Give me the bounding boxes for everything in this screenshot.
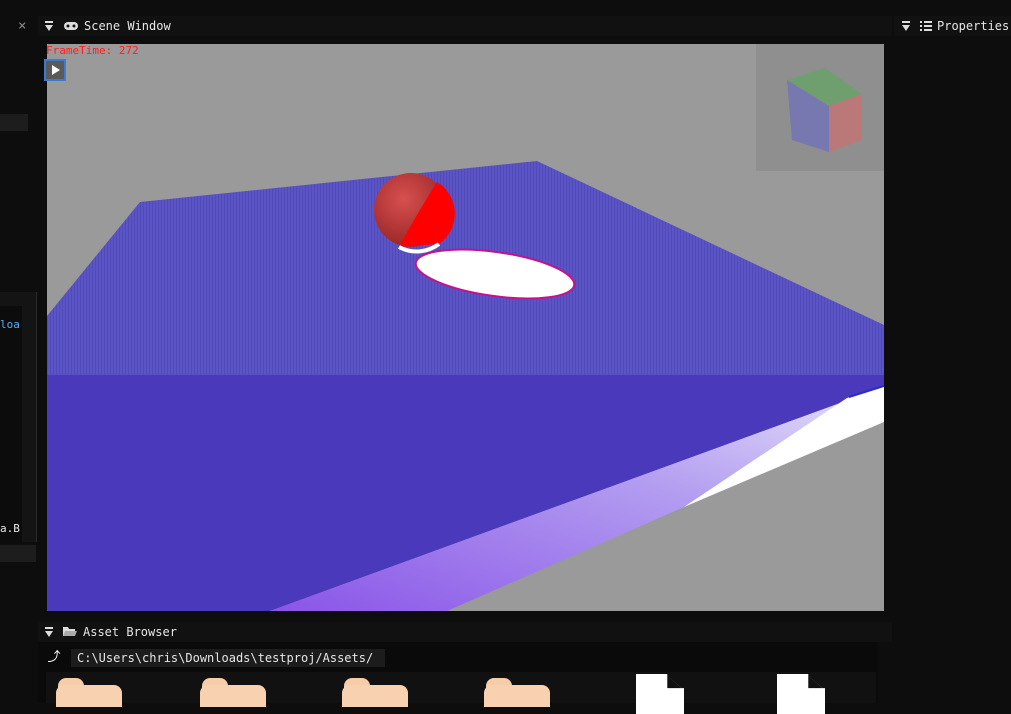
left-panel-item[interactable]: a.B [0,522,20,535]
collapse-triangle-icon[interactable] [902,25,910,31]
scene-window-title: Scene Window [84,19,171,33]
play-button[interactable] [44,59,66,81]
play-icon [52,65,60,75]
left-panel-bar [0,545,36,562]
file-item[interactable] [767,672,857,714]
folder-item[interactable] [474,672,564,707]
left-panel-list [0,306,22,542]
asset-browser-title: Asset Browser [83,625,177,639]
file-icon [636,674,684,714]
gamepad-icon [64,22,78,30]
folder-item[interactable] [332,672,422,707]
scene-viewport[interactable] [47,44,884,611]
asset-grid [46,672,876,714]
file-item[interactable] [626,672,716,714]
folder-open-icon [63,627,77,636]
collapse-bar-icon [45,627,53,629]
path-input[interactable] [71,649,385,667]
properties-title: Properties [937,19,1010,33]
up-directory-button[interactable]: ⤴ [46,649,62,667]
collapse-bar-icon [902,21,910,23]
folder-item[interactable] [190,672,280,707]
scene-render[interactable] [47,44,884,611]
collapse-triangle-icon[interactable] [45,25,53,31]
frametime-label: FrameTime: 272 [46,44,139,57]
collapse-bar-icon [45,21,53,23]
collapse-triangle-icon[interactable] [45,631,53,637]
left-panel-item[interactable]: loa [0,318,20,331]
folder-item[interactable] [46,672,136,707]
close-icon[interactable]: × [18,18,32,34]
file-icon [777,674,825,714]
left-panel-bar [0,114,28,131]
list-icon [920,21,932,31]
